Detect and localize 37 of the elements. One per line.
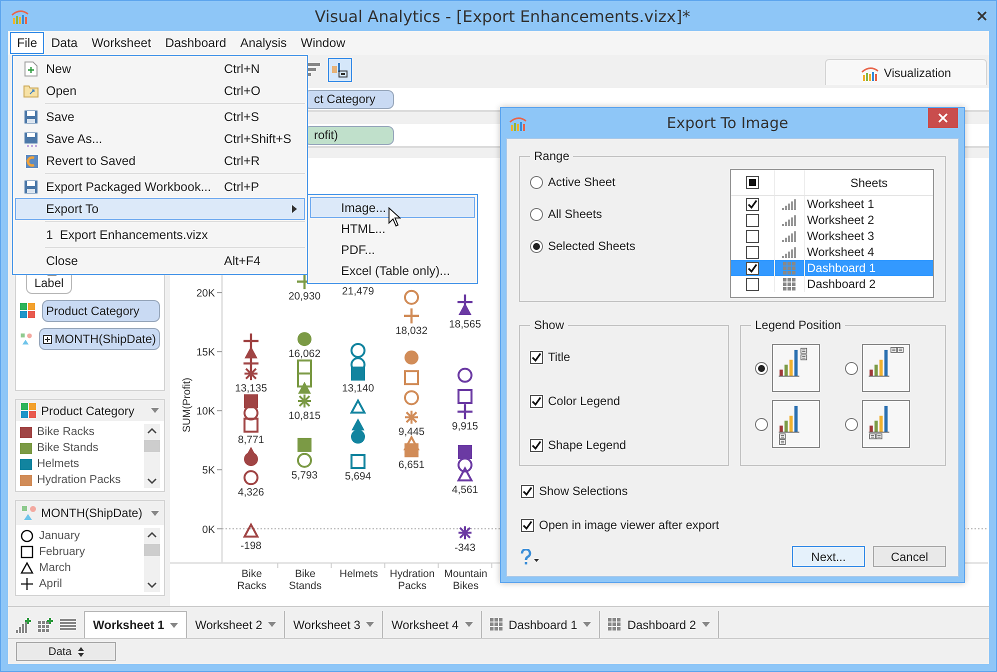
data-label: 9,915 — [452, 420, 478, 433]
axis-tick-label: 10K — [196, 406, 215, 418]
dialog-title: Export To Image — [666, 114, 790, 132]
axis-tick-label: 0K — [202, 524, 215, 536]
data-label: 10,815 — [288, 410, 321, 422]
data-label: 8,771 — [238, 434, 264, 446]
column-header: Sheets — [849, 174, 889, 192]
legend-title: MONTH(ShipDate) — [41, 506, 144, 520]
data-label: -343 — [454, 542, 476, 554]
data-label: 13,140 — [342, 382, 374, 395]
data-label: 18,032 — [395, 324, 428, 337]
data-label: 4,561 — [452, 484, 478, 496]
data-label: 21,479 — [342, 286, 374, 298]
group-title: Show — [533, 318, 566, 332]
data-label: 16,062 — [288, 348, 321, 360]
group-title: Legend Position — [754, 318, 842, 332]
data-label: -198 — [240, 540, 262, 552]
window-title: Visual Analytics - [Export Enhancements.vizx]* — [314, 6, 692, 26]
axis-category-label: Bike Racks — [236, 568, 268, 592]
axis-category-label: Bike Stands — [288, 568, 323, 592]
legend-title: Product Category — [41, 404, 136, 418]
data-label: 4,326 — [238, 486, 264, 499]
data-label: 5,694 — [344, 470, 372, 483]
data-label: 20,930 — [288, 290, 321, 303]
axis-category-label: Mountain Bikes — [443, 568, 488, 592]
axis-title: SUM(Profit) — [181, 378, 193, 432]
axis-category-label: Hydration Packs — [388, 568, 436, 592]
axis-tick-label: 15K — [196, 346, 215, 359]
data-label: 18,565 — [448, 318, 482, 331]
axis-tick-label: 5K — [202, 464, 215, 477]
data-label: 5,793 — [291, 469, 318, 482]
axis-tick-label: 20K — [196, 288, 215, 300]
data-label: 13,135 — [234, 382, 268, 395]
data-label: 9,445 — [398, 426, 425, 438]
group-title: Range — [533, 149, 570, 163]
axis-category-label: Helmets — [338, 568, 379, 582]
data-label: 6,651 — [398, 459, 425, 472]
